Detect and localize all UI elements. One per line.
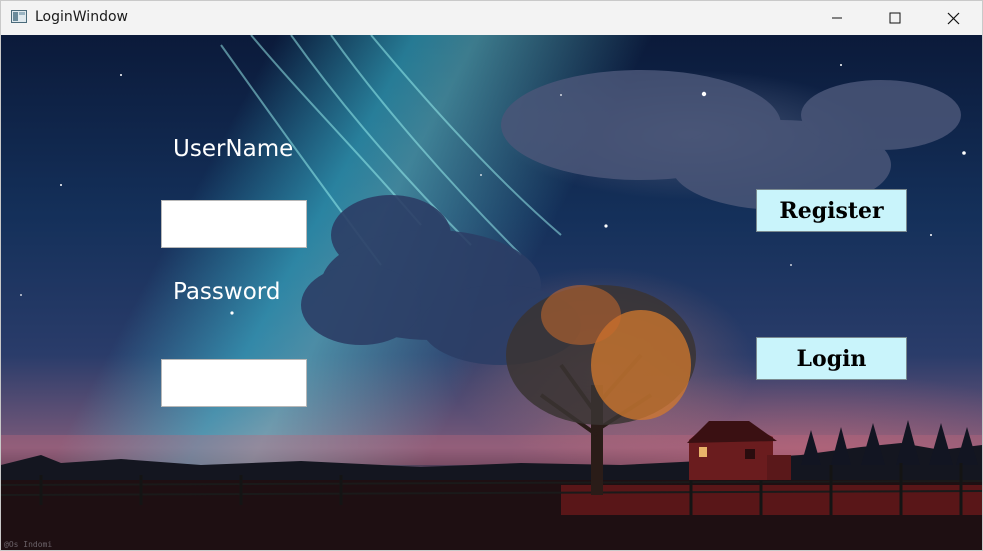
username-label: UserName xyxy=(173,136,294,162)
night-landscape-background xyxy=(1,35,982,550)
close-icon xyxy=(947,12,960,25)
maximize-button[interactable] xyxy=(866,1,924,35)
register-button[interactable]: Register xyxy=(756,189,907,232)
maximize-icon xyxy=(889,12,901,24)
minimize-icon xyxy=(831,12,843,24)
minimize-button[interactable] xyxy=(808,1,866,35)
login-window: LoginWindow UserName Password Register L… xyxy=(0,0,983,551)
title-bar[interactable]: LoginWindow xyxy=(1,1,982,35)
password-input[interactable] xyxy=(161,359,307,407)
close-button[interactable] xyxy=(924,1,982,35)
username-input[interactable] xyxy=(161,200,307,248)
client-area: UserName Password Register Login @Os Ind… xyxy=(1,35,982,550)
image-watermark: @Os Indomi xyxy=(4,540,53,549)
password-label: Password xyxy=(173,279,281,305)
window-app-icon xyxy=(11,10,27,23)
login-button[interactable]: Login xyxy=(756,337,907,380)
window-title: LoginWindow xyxy=(35,9,128,25)
